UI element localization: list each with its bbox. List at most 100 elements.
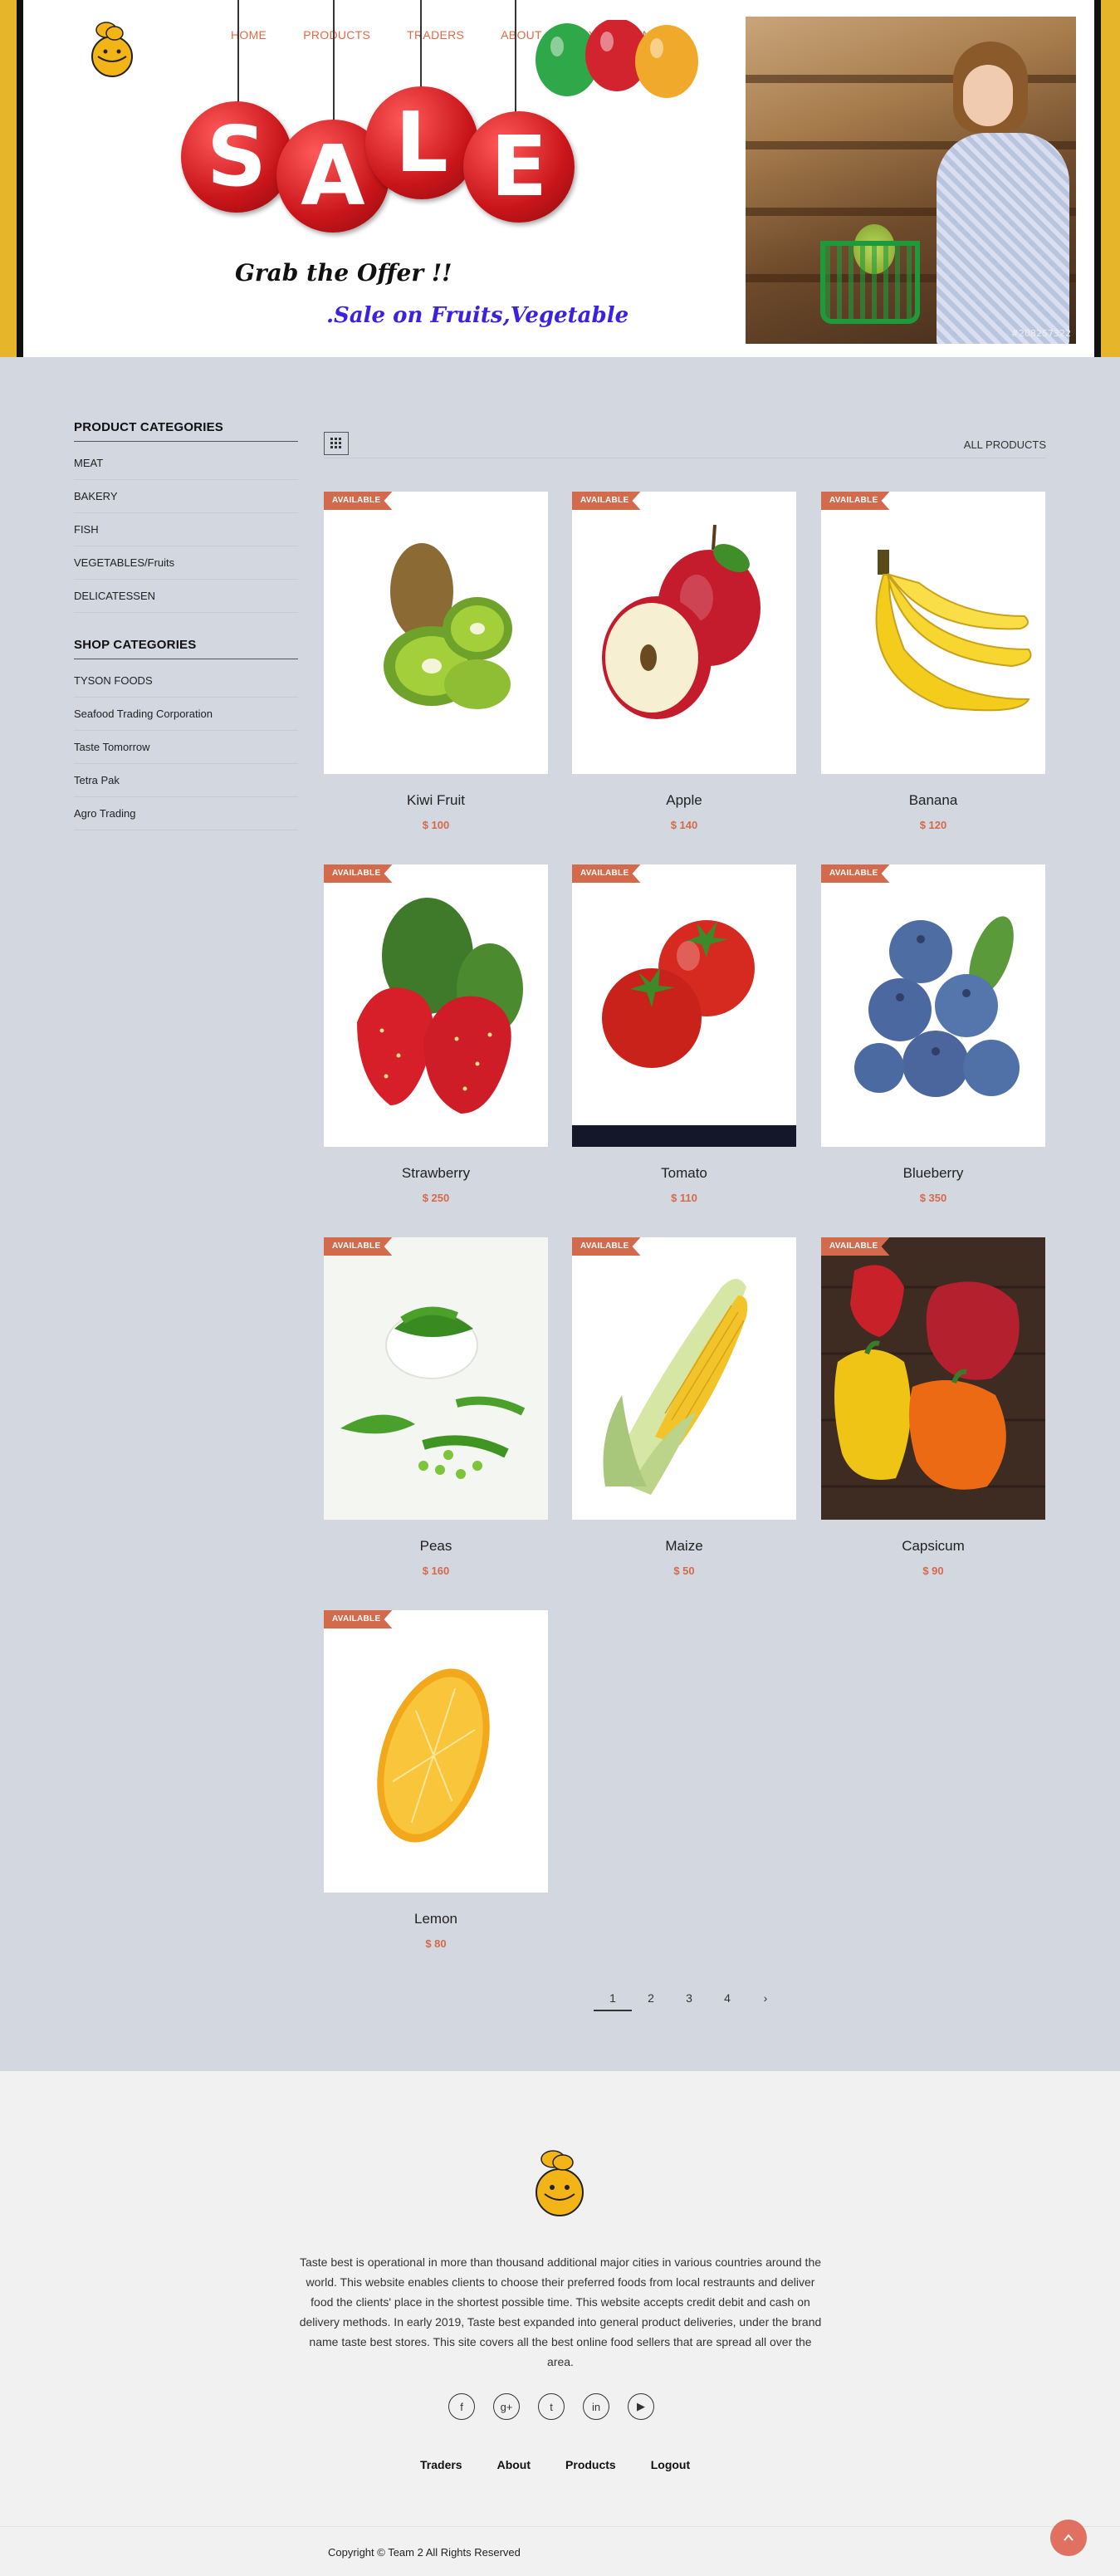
- product-card[interactable]: AVAILABLE Lemon $ 80: [324, 1610, 548, 1950]
- product-name[interactable]: Maize: [572, 1538, 796, 1555]
- page-2[interactable]: 2: [632, 1991, 670, 2011]
- shop-categories-list: TYSON FOODS Seafood Trading Corporation …: [74, 674, 298, 830]
- shop-tyson-foods[interactable]: TYSON FOODS: [74, 674, 298, 698]
- product-image-kiwi[interactable]: AVAILABLE: [324, 492, 548, 774]
- page-1[interactable]: 1: [594, 1991, 632, 2011]
- product-card[interactable]: AVAILABLE Kiwi Fruit $ 100: [324, 492, 548, 831]
- all-products-label[interactable]: ALL PRODUCTS: [964, 438, 1046, 451]
- nav-traders[interactable]: TRADERS: [407, 28, 464, 42]
- footer-link-about[interactable]: About: [497, 2458, 531, 2471]
- product-image-blueberry[interactable]: AVAILABLE: [821, 864, 1045, 1147]
- nav-home[interactable]: HOME: [231, 28, 267, 42]
- product-name[interactable]: Banana: [821, 792, 1045, 809]
- youtube-icon[interactable]: ▶: [628, 2393, 654, 2420]
- available-badge: AVAILABLE: [821, 864, 890, 883]
- product-name[interactable]: Strawberry: [324, 1165, 548, 1182]
- next-page-icon[interactable]: ›: [746, 1991, 785, 2011]
- product-price: $ 80: [425, 1937, 447, 1950]
- footer-nav: Traders About Products Logout: [420, 2458, 725, 2471]
- product-name[interactable]: Apple: [572, 792, 796, 809]
- product-image-apple[interactable]: AVAILABLE: [572, 492, 796, 774]
- product-card[interactable]: AVAILABLE Strawberry $ 250: [324, 864, 548, 1204]
- pagination: 1 2 3 4 ›: [594, 1991, 785, 2011]
- sale-letter: E: [463, 111, 575, 223]
- back-to-top-button[interactable]: [1050, 2520, 1087, 2556]
- product-card[interactable]: AVAILABLE Blueberry $ 350: [821, 864, 1045, 1204]
- page-4[interactable]: 4: [708, 1991, 746, 2011]
- footer-link-logout[interactable]: Logout: [651, 2458, 690, 2471]
- product-categories-list: MEAT BAKERY FISH VEGETABLES/Fruits DELIC…: [74, 457, 298, 613]
- product-card[interactable]: AVAILABLE Tomato $ 110: [572, 864, 796, 1204]
- product-price: $ 110: [671, 1192, 697, 1204]
- available-badge: AVAILABLE: [324, 1237, 393, 1256]
- product-name[interactable]: Kiwi Fruit: [324, 792, 548, 809]
- category-delicatessen[interactable]: DELICATESSEN: [74, 580, 298, 613]
- shop-tetra-pak[interactable]: Tetra Pak: [74, 764, 298, 797]
- google-plus-icon[interactable]: g+: [493, 2393, 520, 2420]
- hero-subline: .Sale on Fruits,Vegetable: [326, 303, 629, 328]
- footer-link-traders[interactable]: Traders: [420, 2458, 462, 2471]
- product-price: $ 90: [922, 1565, 944, 1577]
- grid-view-icon: [330, 438, 341, 448]
- footer-divider: [0, 2526, 1120, 2527]
- product-card[interactable]: AVAILABLE Capsicum $ 90: [821, 1237, 1045, 1577]
- facebook-icon[interactable]: f: [448, 2393, 475, 2420]
- product-price: $ 140: [670, 819, 698, 831]
- product-name[interactable]: Tomato: [572, 1165, 796, 1182]
- social-links: f g+ t in ▶: [448, 2393, 654, 2420]
- site-footer: Taste best is operational in more than t…: [0, 2071, 1120, 2576]
- product-price: $ 250: [422, 1192, 450, 1204]
- category-meat[interactable]: MEAT: [74, 457, 298, 480]
- hero-content: HOME PRODUCTS TRADERS ABOUT MY ACCOUNT: [23, 0, 1094, 357]
- page-3[interactable]: 3: [670, 1991, 708, 2011]
- product-name[interactable]: Blueberry: [821, 1165, 1045, 1182]
- product-name[interactable]: Peas: [324, 1538, 548, 1555]
- shop-taste-tomorrow[interactable]: Taste Tomorrow: [74, 731, 298, 764]
- product-price: $ 50: [673, 1565, 695, 1577]
- product-image-strawberry[interactable]: AVAILABLE: [324, 864, 548, 1147]
- product-image-tomato[interactable]: AVAILABLE: [572, 864, 796, 1147]
- product-name[interactable]: Lemon: [324, 1911, 548, 1927]
- available-badge: AVAILABLE: [572, 492, 641, 510]
- available-badge: AVAILABLE: [324, 1610, 393, 1628]
- available-badge: AVAILABLE: [572, 1237, 641, 1256]
- category-bakery[interactable]: BAKERY: [74, 480, 298, 513]
- nav-products[interactable]: PRODUCTS: [303, 28, 370, 42]
- category-fish[interactable]: FISH: [74, 513, 298, 546]
- copyright-text: Copyright © Team 2 All Rights Reserved: [328, 2546, 521, 2559]
- grid-view-button[interactable]: [324, 432, 349, 455]
- available-badge: AVAILABLE: [821, 1237, 890, 1256]
- product-card[interactable]: AVAILABLE Peas $ 160: [324, 1237, 548, 1577]
- product-name[interactable]: Capsicum: [821, 1538, 1045, 1555]
- product-card[interactable]: AVAILABLE Apple $ 140: [572, 492, 796, 831]
- product-card[interactable]: AVAILABLE Banana $ 120: [821, 492, 1045, 831]
- linkedin-icon[interactable]: in: [583, 2393, 609, 2420]
- balloons-graphic: [536, 20, 698, 98]
- footer-link-products[interactable]: Products: [565, 2458, 616, 2471]
- product-image-banana[interactable]: AVAILABLE: [821, 492, 1045, 774]
- product-image-capsicum[interactable]: AVAILABLE: [821, 1237, 1045, 1520]
- site-logo[interactable]: [81, 18, 143, 80]
- available-badge: AVAILABLE: [324, 492, 393, 510]
- sidebar: PRODUCT CATEGORIES MEAT BAKERY FISH VEGE…: [74, 420, 298, 855]
- product-categories-title: PRODUCT CATEGORIES: [74, 420, 298, 442]
- footer-logo[interactable]: [530, 2146, 589, 2219]
- category-vegetables-fruits[interactable]: VEGETABLES/Fruits: [74, 546, 298, 580]
- sale-letter: S: [181, 101, 292, 213]
- shop-main: PRODUCT CATEGORIES MEAT BAKERY FISH VEGE…: [0, 357, 1120, 2071]
- tumblr-icon[interactable]: t: [538, 2393, 565, 2420]
- product-image-peas[interactable]: AVAILABLE: [324, 1237, 548, 1520]
- shop-seafood-trading[interactable]: Seafood Trading Corporation: [74, 698, 298, 731]
- product-card[interactable]: AVAILABLE Maize $ 50: [572, 1237, 796, 1577]
- sale-string: [420, 0, 422, 91]
- sale-string: [333, 0, 335, 125]
- available-badge: AVAILABLE: [324, 864, 393, 883]
- product-price: $ 160: [422, 1565, 450, 1577]
- footer-description: Taste best is operational in more than t…: [299, 2255, 822, 2368]
- chevron-up-icon: [1064, 2534, 1074, 2541]
- hero-shopping-photo: #208257322: [746, 17, 1076, 344]
- product-image-lemon[interactable]: AVAILABLE: [324, 1610, 548, 1893]
- product-toolbar: ALL PRODUCTS: [324, 432, 1046, 458]
- product-image-maize[interactable]: AVAILABLE: [572, 1237, 796, 1520]
- shop-agro-trading[interactable]: Agro Trading: [74, 797, 298, 830]
